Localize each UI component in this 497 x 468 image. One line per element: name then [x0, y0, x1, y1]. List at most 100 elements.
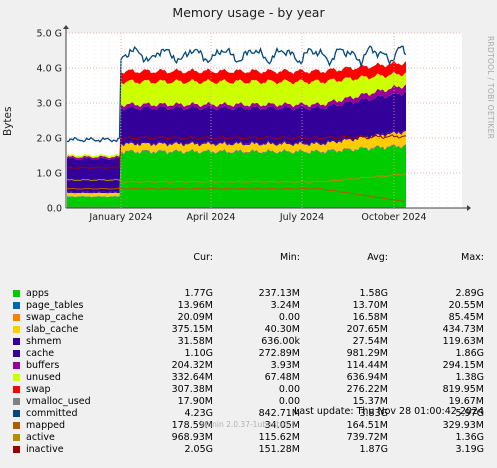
legend-swatch [13, 338, 20, 345]
legend-cur: 13.96M [178, 300, 213, 312]
legend-row-apps: apps 1.77G 237.13M 1.58G 2.89G [13, 288, 488, 300]
legend-row-active: active 968.93M 115.62M 739.72M 1.36G [13, 432, 488, 444]
legend-avg: 16.58M [353, 312, 388, 324]
legend-avg: 636.94M [347, 372, 388, 384]
legend-swatch [13, 386, 20, 393]
legend-name: shmem [26, 336, 61, 348]
legend-max: 1.38G [455, 372, 484, 384]
legend-min: 0.00 [279, 384, 300, 396]
legend-row-swap: swap 307.38M 0.00 276.22M 819.95M [13, 384, 488, 396]
x-tick-label: April 2024 [187, 212, 236, 223]
legend-swatch [13, 398, 20, 405]
x-axis-arrow [467, 205, 471, 211]
legend-max: 2.89G [455, 288, 484, 300]
legend-row-page-tables: page_tables13.96M3.24M13.70M20.55M [13, 300, 488, 312]
legend-name: vmalloc_used [26, 396, 91, 408]
legend-avg: 207.65M [347, 324, 388, 336]
legend-cur: 307.38M [172, 384, 213, 396]
legend-max: 3.19G [455, 444, 484, 456]
legend-min: 3.93M [271, 360, 300, 372]
y-tick-label: 2.0 G [37, 134, 63, 145]
legend-row-unused: unused 332.64M 67.48M 636.94M 1.38G [13, 372, 488, 384]
legend-avg: 981.29M [347, 348, 388, 360]
legend-name: slab_cache [26, 324, 78, 336]
legend-cur: 332.64M [172, 372, 213, 384]
legend-cur: 2.05G [184, 444, 213, 456]
legend-row-buffers: buffers204.32M3.93M114.44M294.15M [13, 360, 488, 372]
legend-max: 434.73M [443, 324, 484, 336]
legend-header-min: Min: [280, 252, 300, 264]
legend-cur: 4.23G [184, 408, 213, 420]
x-tick-label: January 2024 [88, 212, 152, 223]
legend-min: 40.30M [265, 324, 300, 336]
y-tick-label: 1.0 G [37, 169, 63, 180]
legend-swatch [13, 290, 20, 297]
legend-name: active [26, 432, 55, 444]
legend-max: 1.36G [455, 432, 484, 444]
legend-avg: 114.44M [347, 360, 388, 372]
legend-header-row: Cur: Min: Avg: Max: [13, 252, 488, 264]
legend-avg: 1.58G [359, 288, 388, 300]
legend-name: cache [26, 348, 54, 360]
legend-min: 0.00 [279, 312, 300, 324]
legend-avg: 739.72M [347, 432, 388, 444]
legend-cur: 968.93M [172, 432, 213, 444]
y-tick-label: 0.0 [47, 204, 62, 215]
legend-cur: 17.90M [178, 396, 213, 408]
legend-header-max: Max: [461, 252, 484, 264]
legend-avg: 27.54M [353, 336, 388, 348]
legend-min: 3.24M [271, 300, 300, 312]
legend-row-inactive: inactive 2.05G 151.28M 1.87G 3.19G [13, 444, 488, 456]
munin-version: Munin 2.0.37-1ubuntu0.1 [0, 420, 497, 429]
legend-name: swap [26, 384, 51, 396]
legend-header-avg: Avg: [367, 252, 388, 264]
x-tick-label: July 2024 [279, 212, 324, 223]
legend-cur: 1.77G [184, 288, 213, 300]
legend-max: 1.86G [455, 348, 484, 360]
legend-max: 119.63M [443, 336, 484, 348]
legend-avg: 13.70M [353, 300, 388, 312]
legend-swatch [13, 374, 20, 381]
x-tick-label: October 2024 [361, 212, 426, 223]
legend-max: 85.45M [449, 312, 484, 324]
y-tick-label: 4.0 G [37, 64, 63, 75]
y-tick-label: 3.0 G [37, 99, 63, 110]
legend-min: 272.89M [259, 348, 300, 360]
legend-min: 237.13M [259, 288, 300, 300]
legend-cur: 20.09M [178, 312, 213, 324]
legend-name: inactive [26, 444, 64, 456]
legend-avg: 1.87G [359, 444, 388, 456]
legend-cur: 31.58M [178, 336, 213, 348]
legend-name: apps [26, 288, 49, 300]
legend-row-slab-cache: slab_cache 375.15M 40.30M 207.65M 434.73M [13, 324, 488, 336]
legend-cur: 204.32M [172, 360, 213, 372]
legend-name: buffers [26, 360, 59, 372]
y-axis-arrow [63, 25, 69, 29]
legend-min: 151.28M [259, 444, 300, 456]
legend-max: 20.55M [449, 300, 484, 312]
last-update: Last update: Thu Nov 28 01:00:42 2024 [294, 406, 484, 417]
legend-name: committed [26, 408, 78, 420]
legend-swatch [13, 434, 20, 441]
legend-swatch [13, 410, 20, 417]
legend-max: 819.95M [443, 384, 484, 396]
legend-swatch [13, 362, 20, 369]
memory-usage-chart: 0.0 1.0 G 2.0 G 3.0 G 4.0 G 5.0 G January 2024… [0, 0, 497, 225]
y-tick-label: 5.0 G [37, 29, 63, 40]
legend-min: 115.62M [259, 432, 300, 444]
legend-swatch [13, 302, 20, 309]
legend-cur: 375.15M [172, 324, 213, 336]
legend-swatch [13, 314, 20, 321]
legend-cur: 1.10G [184, 348, 213, 360]
legend-row-swap-cache: swap_cache 20.09M 0.00 16.58M 85.45M [13, 312, 488, 324]
legend-row-cache: cache 1.10G 272.89M 981.29M 1.86G [13, 348, 488, 360]
legend-name: swap_cache [26, 312, 83, 324]
legend-header-cur: Cur: [193, 252, 213, 264]
legend-name: unused [26, 372, 61, 384]
legend-table: Cur: Min: Avg: Max: apps 1.77G 237.13M 1.58… [13, 228, 488, 468]
legend-row-shmem: shmem31.58M636.00k27.54M119.63M [13, 336, 488, 348]
legend-avg: 276.22M [347, 384, 388, 396]
legend-swatch [13, 446, 20, 453]
legend-min: 67.48M [265, 372, 300, 384]
legend-swatch [13, 350, 20, 357]
